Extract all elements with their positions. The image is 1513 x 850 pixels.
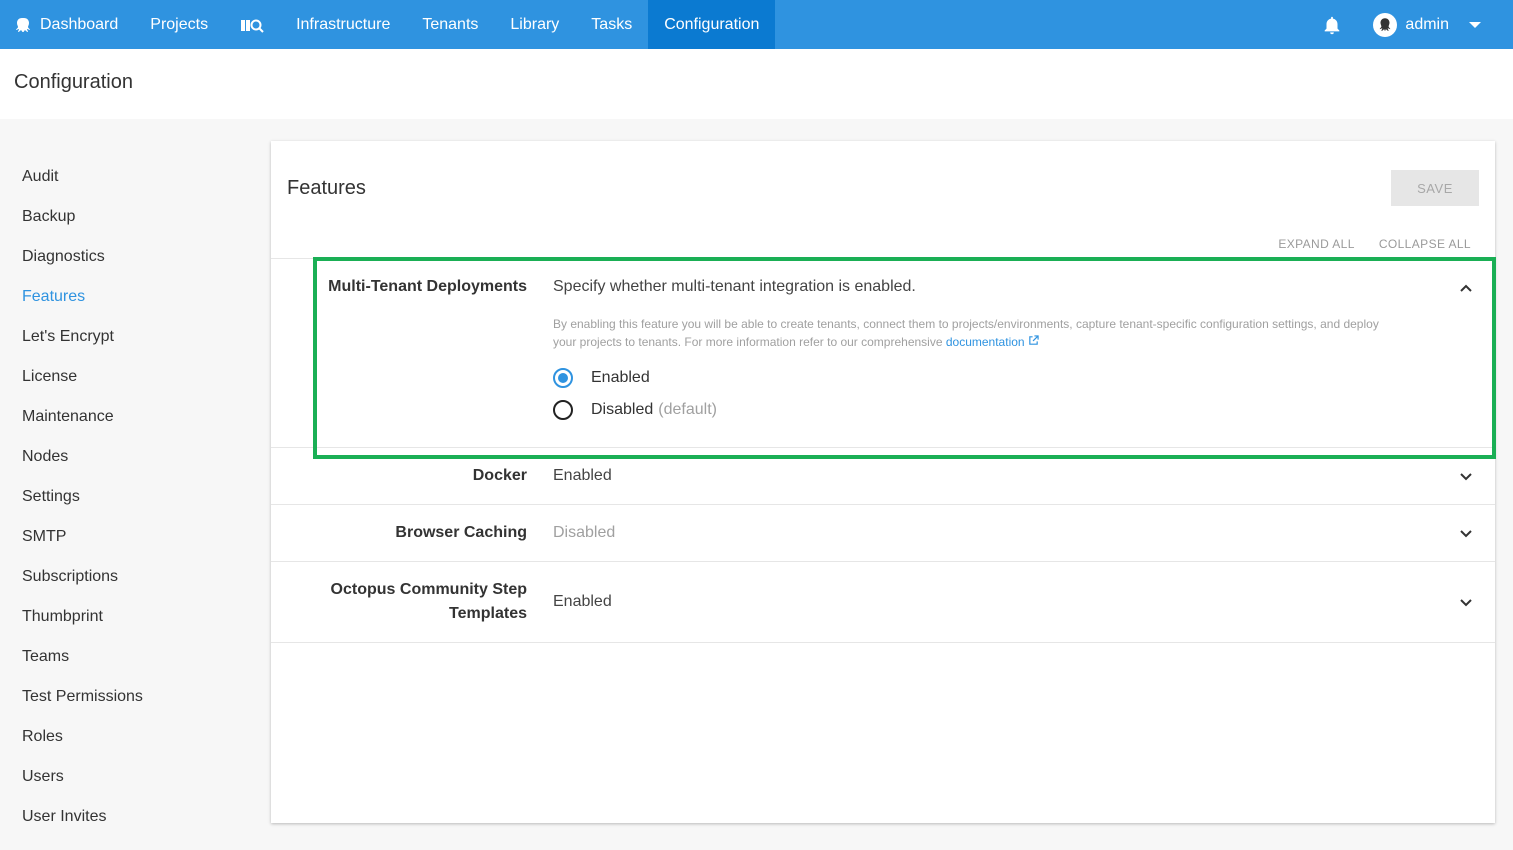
sidebar-item-teams[interactable]: Teams	[0, 637, 250, 677]
nav-library-label: Library	[510, 15, 560, 33]
avatar	[1373, 12, 1398, 37]
octopus-logo-icon	[16, 17, 30, 32]
sidebar-item-subscriptions[interactable]: Subscriptions	[0, 557, 250, 597]
sidebar-item-users[interactable]: Users	[0, 757, 250, 797]
section-community-step-templates[interactable]: Octopus Community Step Templates Enabled	[271, 561, 1495, 643]
nav-projects[interactable]: Projects	[134, 0, 224, 49]
nav-infrastructure[interactable]: Infrastructure	[280, 0, 406, 49]
chevron-down-icon[interactable]	[1457, 467, 1475, 485]
features-panel: Features SAVE EXPAND ALL COLLAPSE ALL Mu…	[271, 141, 1495, 823]
help-line-2-wrap: your projects to tenants. For more infor…	[553, 333, 1433, 351]
expand-collapse-links: EXPAND ALL COLLAPSE ALL	[1278, 237, 1471, 251]
sidebar-item-settings[interactable]: Settings	[0, 477, 250, 517]
chevron-up-icon[interactable]	[1457, 279, 1475, 297]
nav-tenants[interactable]: Tenants	[406, 0, 494, 49]
sidebar-item-backup[interactable]: Backup	[0, 197, 250, 237]
sidebar-item-smtp[interactable]: SMTP	[0, 517, 250, 557]
nav-projects-label: Projects	[150, 15, 209, 33]
page-title: Configuration	[14, 71, 133, 93]
nav-library-search[interactable]	[224, 0, 280, 49]
section-label: Docker	[472, 467, 527, 484]
radio-disabled[interactable]: Disabled (default)	[553, 400, 717, 420]
sidebar-item-features[interactable]: Features	[0, 277, 250, 317]
nav-tasks-label: Tasks	[591, 15, 633, 33]
help-line-2: your projects to tenants. For more infor…	[553, 335, 943, 349]
sidebar-item-user-invites[interactable]: User Invites	[0, 797, 250, 837]
external-link-icon	[1029, 335, 1039, 345]
expand-all-button[interactable]: EXPAND ALL	[1278, 237, 1354, 251]
section-label: Octopus Community Step Templates	[330, 581, 527, 622]
nav-dashboard[interactable]: Dashboard	[0, 0, 134, 49]
nav-configuration-label: Configuration	[664, 15, 760, 33]
sidebar-item-maintenance[interactable]: Maintenance	[0, 397, 250, 437]
collapse-all-button[interactable]: COLLAPSE ALL	[1379, 237, 1471, 251]
radio-enabled[interactable]: Enabled	[553, 368, 650, 388]
sidebar-item-thumbprint[interactable]: Thumbprint	[0, 597, 250, 637]
nav-library[interactable]: Library	[494, 0, 575, 49]
save-button[interactable]: SAVE	[1391, 170, 1479, 206]
user-name: admin	[1405, 15, 1449, 33]
nav-infrastructure-label: Infrastructure	[296, 15, 391, 33]
default-note: (default)	[658, 401, 717, 418]
sidebar-item-audit[interactable]: Audit	[0, 157, 250, 197]
documentation-link[interactable]: documentation	[946, 335, 1039, 349]
section-label: Browser Caching	[395, 524, 527, 541]
section-summary: Enabled	[553, 593, 612, 610]
sidebar-item-test-permissions[interactable]: Test Permissions	[0, 677, 250, 717]
sidebar-item-nodes[interactable]: Nodes	[0, 437, 250, 477]
chevron-down-icon	[1469, 21, 1481, 28]
panel-title: Features	[287, 177, 366, 199]
section-summary: Enabled	[553, 467, 612, 484]
bell-icon[interactable]	[1321, 14, 1343, 36]
sidebar: Audit Backup Diagnostics Features Let's …	[0, 157, 250, 837]
radio-enabled-label: Enabled	[591, 369, 650, 386]
top-navigation-bar: Dashboard Projects Infrastructure Tenant…	[0, 0, 1513, 49]
section-multi-tenant: Multi-Tenant Deployments Specify whether…	[271, 258, 1495, 447]
nav-right-group: admin	[1321, 0, 1513, 49]
sidebar-item-license[interactable]: License	[0, 357, 250, 397]
nav-dashboard-label: Dashboard	[40, 15, 119, 33]
chevron-down-icon[interactable]	[1457, 593, 1475, 611]
nav-tenants-label: Tenants	[422, 15, 479, 33]
help-line-1: By enabling this feature you will be abl…	[553, 317, 1379, 331]
section-docker[interactable]: Docker Enabled	[271, 447, 1495, 504]
section-label: Multi-Tenant Deployments	[328, 278, 527, 295]
sidebar-item-diagnostics[interactable]: Diagnostics	[0, 237, 250, 277]
sidebar-item-lets-encrypt[interactable]: Let's Encrypt	[0, 317, 250, 357]
help-text: By enabling this feature you will be abl…	[553, 315, 1433, 351]
library-search-icon	[241, 19, 264, 33]
page-header: Configuration	[0, 49, 1513, 119]
section-summary: Specify whether multi-tenant integration…	[553, 278, 916, 295]
documentation-link-label: documentation	[945, 335, 1025, 349]
user-menu[interactable]: admin	[1373, 12, 1481, 37]
radio-button[interactable]	[553, 400, 573, 420]
nav-configuration[interactable]: Configuration	[648, 0, 776, 49]
section-summary: Disabled	[553, 524, 616, 541]
sidebar-item-roles[interactable]: Roles	[0, 717, 250, 757]
radio-button-selected[interactable]	[553, 368, 573, 388]
radio-disabled-label: Disabled	[591, 401, 654, 418]
user-avatar-icon	[1380, 17, 1391, 31]
chevron-down-icon[interactable]	[1457, 524, 1475, 542]
nav-tasks[interactable]: Tasks	[575, 0, 648, 49]
section-browser-caching[interactable]: Browser Caching Disabled	[271, 504, 1495, 561]
